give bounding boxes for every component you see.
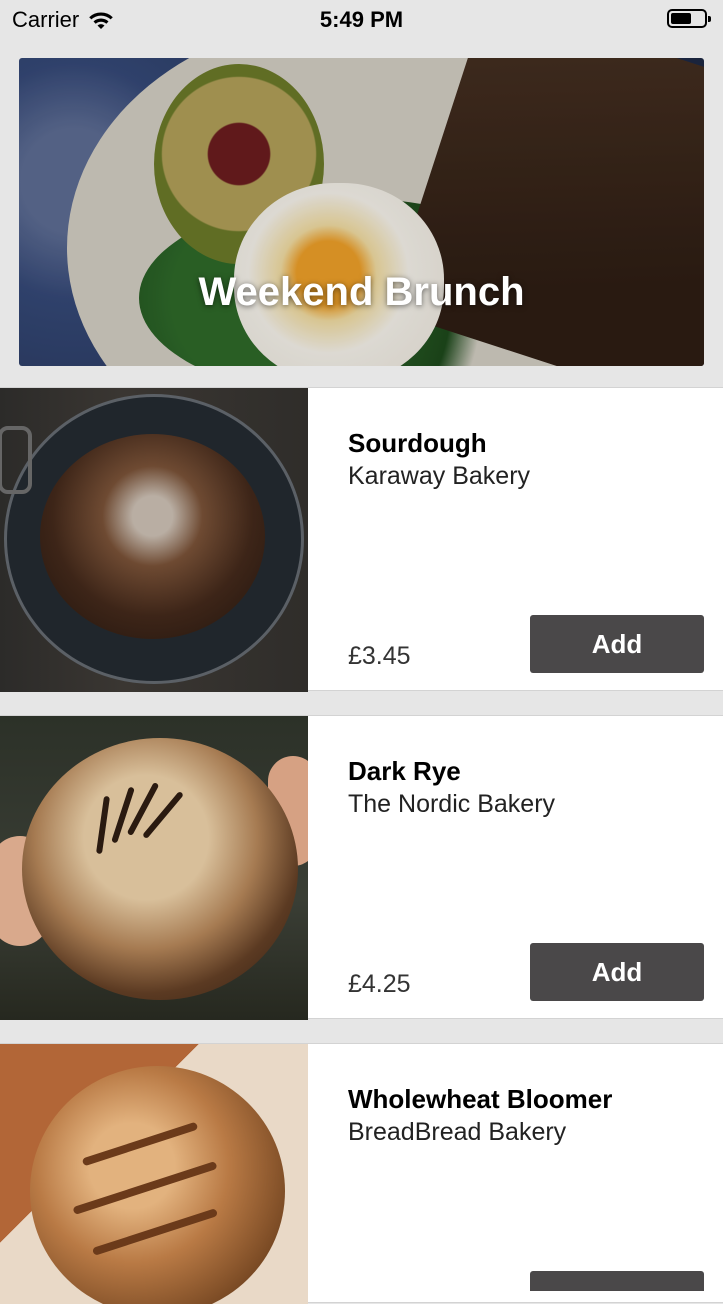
add-button[interactable] bbox=[530, 1271, 704, 1291]
product-image-sourdough bbox=[0, 388, 308, 692]
product-bakery: BreadBread Bakery bbox=[348, 1118, 567, 1146]
product-name: Sourdough bbox=[348, 428, 487, 458]
product-price: £3.45 bbox=[348, 642, 411, 670]
product-price: £4.25 bbox=[348, 970, 411, 998]
hero-title: Weekend Brunch bbox=[198, 270, 525, 314]
product-bakery: Karaway Bakery bbox=[348, 462, 531, 490]
product-bakery: The Nordic Bakery bbox=[348, 790, 556, 818]
product-name: Wholewheat Bloomer bbox=[348, 1084, 613, 1114]
battery-icon bbox=[667, 9, 711, 28]
product-name: Dark Rye bbox=[348, 756, 461, 786]
product-image-wholewheat-bloomer bbox=[0, 1044, 308, 1304]
product-card-dark-rye[interactable]: Dark Rye The Nordic Bakery £4.25 Add bbox=[0, 715, 723, 1020]
product-card-sourdough[interactable]: Sourdough Karaway Bakery £3.45 Add bbox=[0, 387, 723, 692]
status-time: 5:49 PM bbox=[319, 7, 404, 32]
status-bar: Carrier 5:49 PM bbox=[0, 0, 723, 40]
hero-banner[interactable]: Weekend Brunch bbox=[19, 58, 704, 366]
add-button[interactable]: Add bbox=[530, 615, 704, 673]
product-card-wholewheat-bloomer[interactable]: Wholewheat Bloomer BreadBread Bakery bbox=[0, 1043, 723, 1304]
add-button[interactable]: Add bbox=[530, 943, 704, 1001]
product-image-dark-rye bbox=[0, 716, 308, 1020]
